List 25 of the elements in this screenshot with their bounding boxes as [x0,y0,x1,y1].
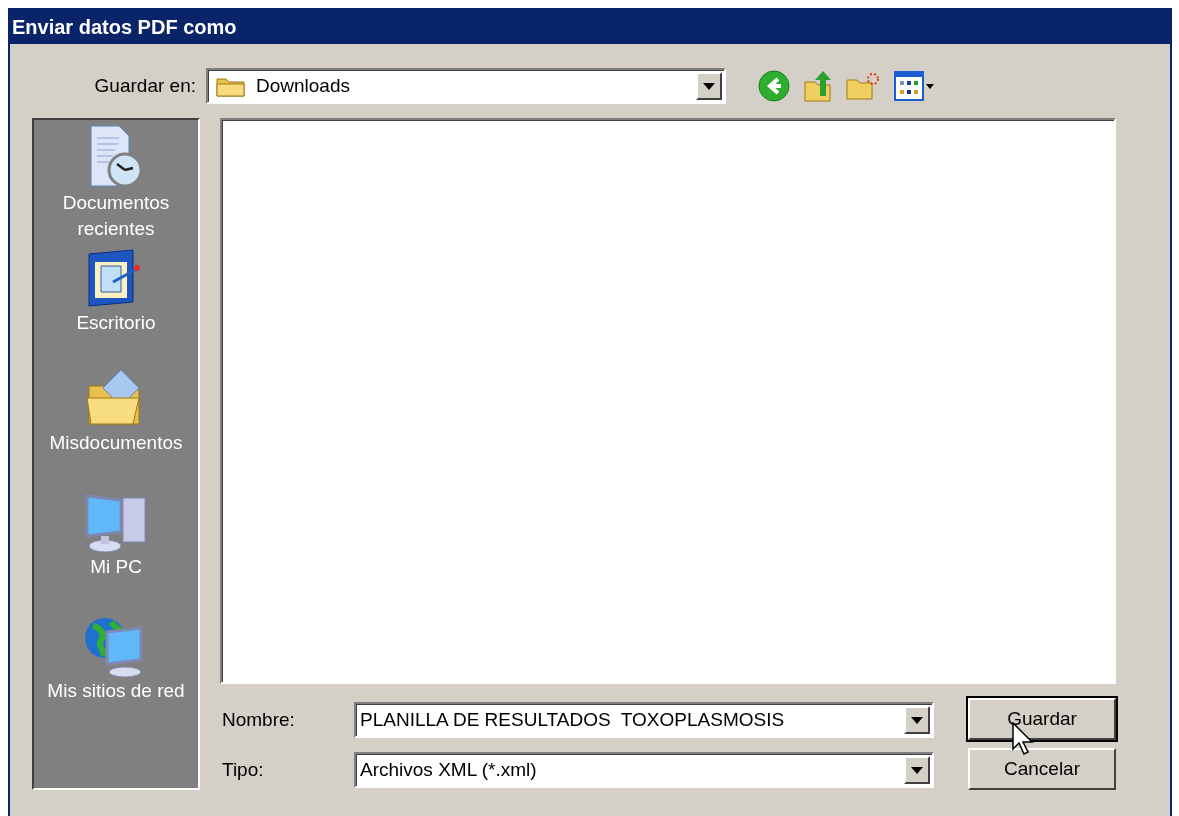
folder-icon [216,75,246,97]
save-in-combo[interactable]: Downloads [206,68,726,104]
caret-icon [911,766,923,774]
new-folder-icon[interactable] [846,72,880,100]
place-item[interactable]: Documentos recientes [36,124,196,242]
cancel-button[interactable]: Cancelar [968,748,1116,790]
computer-icon [83,492,149,554]
place-item[interactable]: Escritorio [36,248,196,336]
dropdown-button[interactable] [904,706,930,734]
view-menu-icon[interactable] [894,71,934,101]
dropdown-button[interactable] [904,756,930,784]
file-type-combo[interactable]: Archivos XML (*.xml) [354,752,934,788]
place-item[interactable]: Mi PC [36,492,196,580]
caret-icon [703,82,715,90]
place-item[interactable]: Misdocumentos [36,368,196,456]
file-type-label: Tipo: [221,757,265,782]
file-name-label: Nombre: [221,707,296,732]
window-title: Enviar datos PDF como [10,10,1170,44]
place-item[interactable]: Mis sitios de red [36,616,196,704]
caret-icon [911,716,923,724]
dropdown-button[interactable] [696,72,722,100]
back-icon[interactable] [758,70,790,102]
file-name-combo[interactable]: PLANILLA DE RESULTADOS TOXOPLASMOSIS [354,702,934,738]
save-in-label: Guardar en: [93,73,197,98]
save-button[interactable]: Guardar [968,698,1116,740]
